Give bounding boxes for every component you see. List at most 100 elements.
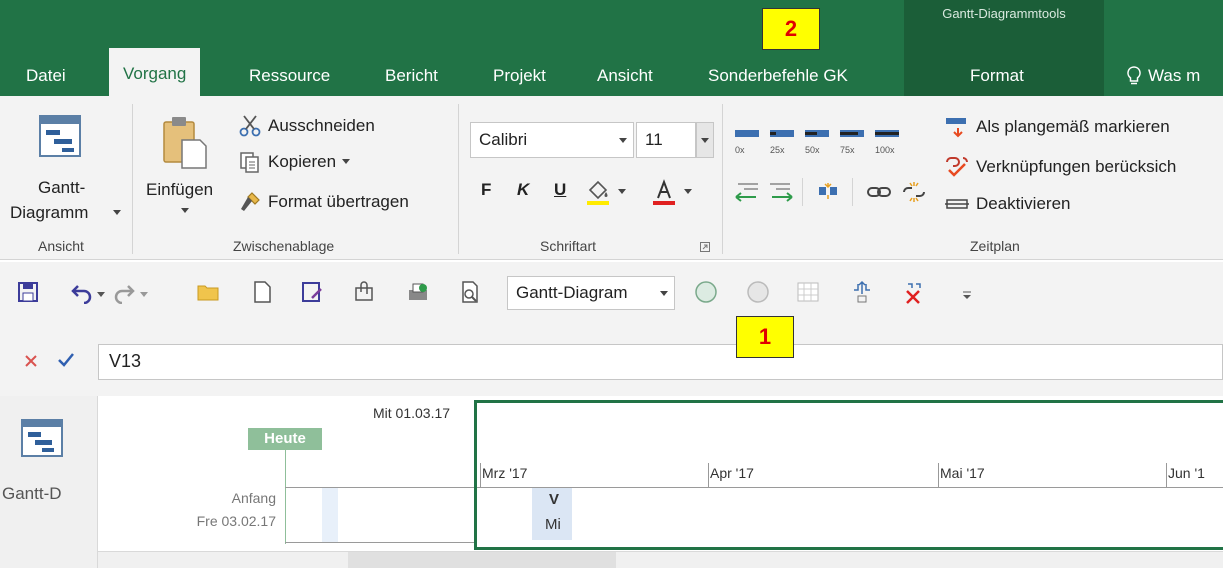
attach-icon[interactable] [352, 280, 376, 304]
publish-icon[interactable] [406, 280, 430, 304]
move-up-icon[interactable] [850, 280, 874, 304]
respect-links-icon [946, 157, 968, 177]
format-uebertragen-button[interactable]: Format übertragen [238, 190, 409, 214]
indent-left-icon[interactable] [734, 180, 762, 204]
month-tick [708, 463, 709, 487]
timeline-task-letter: V [549, 491, 560, 508]
tab-sonderbefehle-gk[interactable]: Sonderbefehle GK [708, 66, 848, 86]
confirm-check-icon[interactable] [57, 352, 75, 368]
qat-customize-icon[interactable] [962, 290, 972, 300]
chevron-down-icon[interactable] [342, 159, 351, 165]
table-grid-icon[interactable] [796, 280, 820, 304]
tell-me-search[interactable]: Was m [1126, 66, 1200, 86]
new-document-icon[interactable] [250, 280, 274, 304]
month-label-jun: Jun '1 [1168, 465, 1205, 481]
chevron-down-icon [684, 189, 692, 194]
tab-datei[interactable]: Datei [26, 66, 66, 86]
gantt-diagramm-button[interactable] [38, 114, 82, 158]
font-size-select[interactable]: 11 [636, 122, 696, 158]
tab-ressource[interactable]: Ressource [249, 66, 330, 86]
percent-50-label: 50x [805, 145, 820, 155]
inactivate-icon [945, 199, 969, 209]
group-separator [458, 104, 459, 254]
ausschneiden-button[interactable]: Ausschneiden [238, 114, 375, 138]
group-label-zwischenablage: Zwischenablage [233, 238, 335, 254]
split-task-icon[interactable] [816, 180, 840, 204]
tab-vorgang[interactable]: Vorgang [109, 48, 201, 98]
mark-on-track-icon [946, 118, 966, 138]
verknuepfungen-beruecksichtigen-button[interactable]: Verknüpfungen berücksich [944, 154, 1176, 180]
gantt-chart-icon [39, 115, 81, 157]
group-separator [132, 104, 133, 254]
font-name-value: Calibri [479, 130, 528, 149]
chevron-down-icon[interactable] [97, 292, 105, 298]
font-name-select[interactable]: Calibri [470, 122, 634, 158]
month-label-mrz: Mrz '17 [482, 465, 528, 481]
fill-color-button[interactable] [584, 178, 626, 206]
einfuegen-label: Einfügen [146, 180, 214, 199]
print-preview-icon[interactable] [458, 280, 482, 304]
icon-separator [852, 178, 853, 206]
kopieren-label: Kopieren [268, 152, 337, 171]
save-icon[interactable] [16, 280, 40, 304]
entry-bar-input[interactable]: V13 [98, 344, 1223, 380]
save-as-icon[interactable] [300, 280, 324, 304]
undo-icon[interactable] [70, 280, 94, 304]
month-label-apr: Apr '17 [710, 465, 754, 481]
paint-bucket-icon [587, 180, 609, 205]
chevron-down-icon[interactable] [113, 210, 121, 216]
als-plangemaess-markieren-button[interactable]: Als plangemäß markieren [944, 114, 1170, 140]
percent-25-label: 25x [770, 145, 785, 155]
font-color-button[interactable] [650, 178, 692, 206]
anfang-label: Anfang [231, 490, 276, 506]
dialog-launcher-icon[interactable] [700, 242, 710, 252]
indent-right-icon[interactable] [766, 180, 794, 204]
cancel-icon[interactable] [24, 354, 38, 368]
link-icon[interactable] [866, 182, 892, 202]
view-select[interactable]: Gantt-Diagram [507, 276, 675, 310]
bold-button[interactable]: F [481, 180, 491, 200]
tab-format[interactable]: Format [970, 66, 1024, 86]
tab-projekt[interactable]: Projekt [493, 66, 546, 86]
chevron-down-icon[interactable] [140, 292, 148, 298]
bottom-header-highlight [348, 552, 616, 568]
font-size-dropdown[interactable] [696, 122, 714, 158]
kopieren-button[interactable]: Kopieren [238, 150, 351, 174]
chevron-down-icon [701, 138, 709, 143]
tab-bericht[interactable]: Bericht [385, 66, 438, 86]
ausschneiden-label: Ausschneiden [268, 116, 375, 135]
italic-button[interactable]: K [517, 180, 529, 200]
chevron-down-icon [619, 138, 627, 143]
circle-green-icon[interactable] [694, 280, 718, 304]
deaktivieren-label: Deaktivieren [976, 194, 1071, 213]
timeline-top-date: Mit 01.03.17 [373, 405, 451, 421]
delete-icon[interactable] [902, 280, 926, 304]
gantt-diagramm-label-2: Diagramm [10, 203, 89, 222]
group-separator [722, 104, 723, 254]
unlink-icon[interactable] [900, 180, 928, 204]
timeline-task-day: Mi [545, 516, 561, 533]
open-folder-icon[interactable] [196, 280, 220, 304]
side-view-label: Gantt-D [2, 484, 62, 503]
icon-separator [802, 178, 803, 206]
chevron-down-icon [618, 189, 626, 194]
timeline-visible-range[interactable] [474, 400, 1223, 550]
deaktivieren-button[interactable]: Deaktivieren [944, 194, 1071, 214]
format-uebertragen-label: Format übertragen [268, 192, 409, 211]
lightbulb-icon [1127, 66, 1141, 85]
redo-icon[interactable] [112, 280, 136, 304]
circle-gray-icon[interactable] [746, 280, 770, 304]
group-label-schriftart: Schriftart [540, 238, 597, 254]
tell-me-text: Was m [1148, 66, 1201, 85]
gantt-view-icon[interactable] [20, 418, 64, 458]
month-tick [480, 463, 481, 487]
timeline-axis [477, 487, 1223, 488]
format-painter-icon [241, 192, 260, 211]
chevron-down-icon[interactable] [181, 208, 189, 214]
anfang-date: Fre 03.02.17 [196, 513, 276, 529]
einfuegen-button[interactable] [160, 114, 208, 170]
underline-button[interactable]: U [554, 180, 566, 200]
clipboard-paste-icon [163, 117, 207, 169]
tab-ansicht[interactable]: Ansicht [597, 66, 653, 86]
group-label-zeitplan: Zeitplan [970, 238, 1020, 254]
